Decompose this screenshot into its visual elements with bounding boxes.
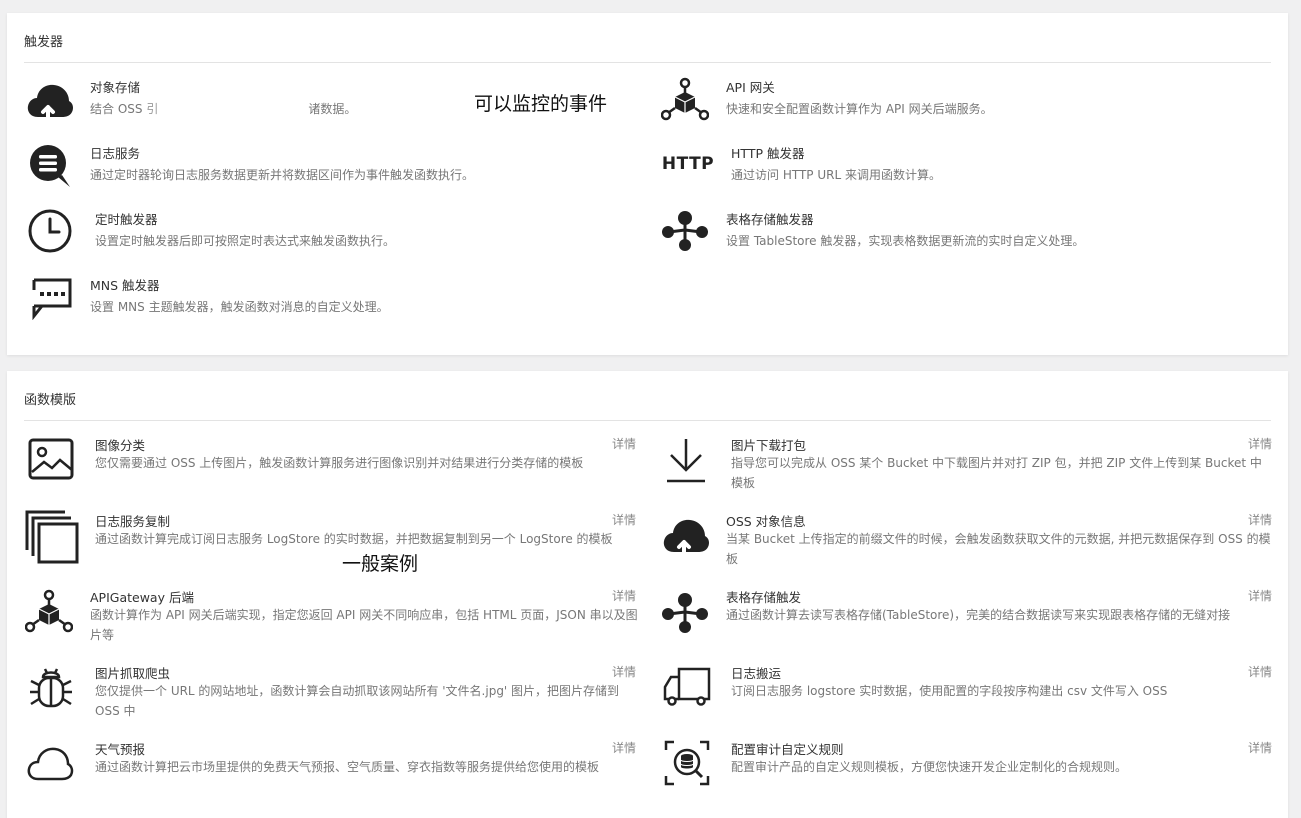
- template-card: 函数模版 图像分类 详情 您仅需要通过 OSS 上传图片，触发函数计算服务进行图…: [7, 371, 1288, 818]
- http-icon: HTTP: [661, 154, 715, 174]
- divider: [24, 62, 1271, 63]
- template-item-image-download[interactable]: 图片下载打包 详情 指导您可以完成从 OSS 某个 Bucket 中下载图片并对…: [660, 433, 1272, 499]
- trigger-item-log-service[interactable]: 日志服务 通过定时器轮询日志服务数据更新并将数据区间作为事件触发函数执行。: [24, 141, 624, 191]
- template-item-image-classify[interactable]: 图像分类 详情 您仅需要通过 OSS 上传图片，触发函数计算服务进行图像识别并对…: [24, 433, 642, 499]
- api-gateway-icon: [660, 77, 710, 123]
- template-item-title: 图片下载打包: [731, 438, 807, 453]
- divider: [24, 420, 1271, 421]
- template-item-log-copy[interactable]: 日志服务复制 详情 通过函数计算完成订阅日志服务 LogStore 的实时数据，…: [24, 509, 642, 575]
- template-item-apigateway-backend[interactable]: APIGateway 后端 详情 函数计算作为 API 网关后端实现，指定您返回…: [24, 585, 642, 651]
- trigger-item-desc: 设置 MNS 主题触发器，触发函数对消息的自定义处理。: [90, 300, 389, 314]
- trigger-item-api-gateway[interactable]: API 网关 快速和安全配置函数计算作为 API 网关后端服务。: [660, 75, 1260, 125]
- template-item-tablestore[interactable]: 表格存储触发 详情 通过函数计算去读写表格存储(TableStore)，完美的结…: [660, 585, 1272, 651]
- template-item-desc: 订阅日志服务 logstore 实时数据，使用配置的字段按序构建出 csv 文件…: [731, 684, 1168, 698]
- detail-link[interactable]: 详情: [612, 739, 636, 756]
- trigger-card: 触发器 对象存储 结合 OSS 引诸数据。 API 网关 快速和安全配置函数计算…: [7, 13, 1288, 355]
- truck-icon: [662, 665, 712, 709]
- trigger-item-desc: 通过定时器轮询日志服务数据更新并将数据区间作为事件触发函数执行。: [90, 168, 475, 182]
- tablestore-icon: [660, 209, 710, 253]
- trigger-item-title: 定时触发器: [95, 212, 158, 227]
- trigger-item-title: API 网关: [726, 80, 775, 95]
- cloud-icon: [24, 741, 76, 785]
- template-item-image-crawler[interactable]: 图片抓取爬虫 详情 您仅提供一个 URL 的网站地址，函数计算会自动抓取该网站所…: [24, 661, 642, 727]
- tablestore-icon: [660, 591, 710, 635]
- template-item-desc: 指导您可以完成从 OSS 某个 Bucket 中下载图片并对打 ZIP 包，并把…: [731, 456, 1262, 490]
- trigger-item-timer[interactable]: 定时触发器 设置定时触发器后即可按照定时表达式来触发函数执行。: [24, 207, 624, 257]
- message-icon: [24, 275, 76, 321]
- template-item-log-transport[interactable]: 日志搬运 详情 订阅日志服务 logstore 实时数据，使用配置的字段按序构建…: [660, 661, 1272, 727]
- api-gateway-icon: [24, 589, 74, 635]
- audit-icon: [662, 739, 712, 787]
- clock-icon: [26, 207, 74, 255]
- template-item-title: 配置审计自定义规则: [731, 742, 844, 757]
- detail-link[interactable]: 详情: [612, 663, 636, 680]
- cloud-upload-icon: [660, 513, 712, 557]
- trigger-item-desc: 设置定时触发器后即可按照定时表达式来触发函数执行。: [95, 234, 396, 248]
- template-item-title: 图像分类: [95, 438, 146, 453]
- trigger-item-desc: 快速和安全配置函数计算作为 API 网关后端服务。: [726, 102, 993, 116]
- template-item-desc: 您仅需要通过 OSS 上传图片，触发函数计算服务进行图像识别并对结果进行分类存储…: [95, 456, 584, 470]
- template-section-title: 函数模版: [24, 393, 77, 408]
- detail-link[interactable]: 详情: [1248, 435, 1272, 452]
- trigger-item-title: 日志服务: [90, 146, 141, 161]
- template-item-title: 天气预报: [95, 742, 146, 757]
- template-item-desc: 通过函数计算去读写表格存储(TableStore)，完美的结合数据读写来实现跟表…: [726, 608, 1231, 622]
- log-search-icon: [24, 141, 76, 189]
- bug-icon: [26, 663, 76, 713]
- trigger-item-desc: 设置 TableStore 触发器，实现表格数据更新流的实时自定义处理。: [726, 234, 1085, 248]
- template-item-desc: 您仅提供一个 URL 的网站地址，函数计算会自动抓取该网站所有 '文件名.jpg…: [95, 684, 620, 718]
- template-item-desc: 配置审计产品的自定义规则模板，方便您快速开发企业定制化的合规规则。: [731, 760, 1128, 774]
- trigger-item-title: HTTP 触发器: [731, 146, 805, 161]
- trigger-item-mns[interactable]: MNS 触发器 设置 MNS 主题触发器，触发函数对消息的自定义处理。: [24, 273, 624, 323]
- cloud-upload-icon: [24, 80, 76, 120]
- detail-link[interactable]: 详情: [1248, 587, 1272, 604]
- detail-link[interactable]: 详情: [612, 511, 636, 528]
- detail-link[interactable]: 详情: [1248, 511, 1272, 528]
- template-item-desc: 通过函数计算完成订阅日志服务 LogStore 的实时数据，并把数据复制到另一个…: [95, 532, 613, 546]
- trigger-item-http[interactable]: HTTP HTTP 触发器 通过访问 HTTP URL 来调用函数计算。: [660, 141, 1260, 191]
- trigger-item-desc: 通过访问 HTTP URL 来调用函数计算。: [731, 168, 941, 182]
- template-item-desc: 通过函数计算把云市场里提供的免费天气预报、空气质量、穿衣指数等服务提供给您使用的…: [95, 760, 600, 774]
- trigger-item-title: 表格存储触发器: [726, 212, 814, 227]
- detail-link[interactable]: 详情: [1248, 739, 1272, 756]
- template-item-title: 日志服务复制: [95, 514, 171, 529]
- template-item-title: 表格存储触发: [726, 590, 802, 605]
- copy-icon: [24, 509, 80, 565]
- template-item-desc: 函数计算作为 API 网关后端实现，指定您返回 API 网关不同响应串，包括 H…: [90, 608, 638, 642]
- download-icon: [660, 437, 712, 483]
- template-item-title: 日志搬运: [731, 666, 782, 681]
- template-item-oss-info[interactable]: OSS 对象信息 详情 当某 Bucket 上传指定的前缀文件的时候，会触发函数…: [660, 509, 1272, 575]
- template-item-title: OSS 对象信息: [726, 514, 806, 529]
- trigger-item-tablestore[interactable]: 表格存储触发器 设置 TableStore 触发器，实现表格数据更新流的实时自定…: [660, 207, 1260, 257]
- detail-link[interactable]: 详情: [1248, 663, 1272, 680]
- detail-link[interactable]: 详情: [612, 435, 636, 452]
- annotation-general-cases: 一般案例: [342, 554, 419, 575]
- annotation-monitor-events: 可以监控的事件: [474, 94, 608, 115]
- image-icon: [26, 435, 76, 483]
- trigger-section-title: 触发器: [24, 35, 64, 50]
- detail-link[interactable]: 详情: [612, 587, 636, 604]
- template-item-title: 图片抓取爬虫: [95, 666, 171, 681]
- trigger-item-title: 对象存储: [90, 80, 141, 95]
- template-item-config-audit[interactable]: 配置审计自定义规则 详情 配置审计产品的自定义规则模板，方便您快速开发企业定制化…: [660, 737, 1272, 803]
- template-item-weather[interactable]: 天气预报 详情 通过函数计算把云市场里提供的免费天气预报、空气质量、穿衣指数等服…: [24, 737, 642, 803]
- trigger-item-title: MNS 触发器: [90, 278, 160, 293]
- template-item-desc: 当某 Bucket 上传指定的前缀文件的时候，会触发函数获取文件的元数据, 并把…: [726, 532, 1271, 566]
- template-item-title: APIGateway 后端: [90, 590, 194, 605]
